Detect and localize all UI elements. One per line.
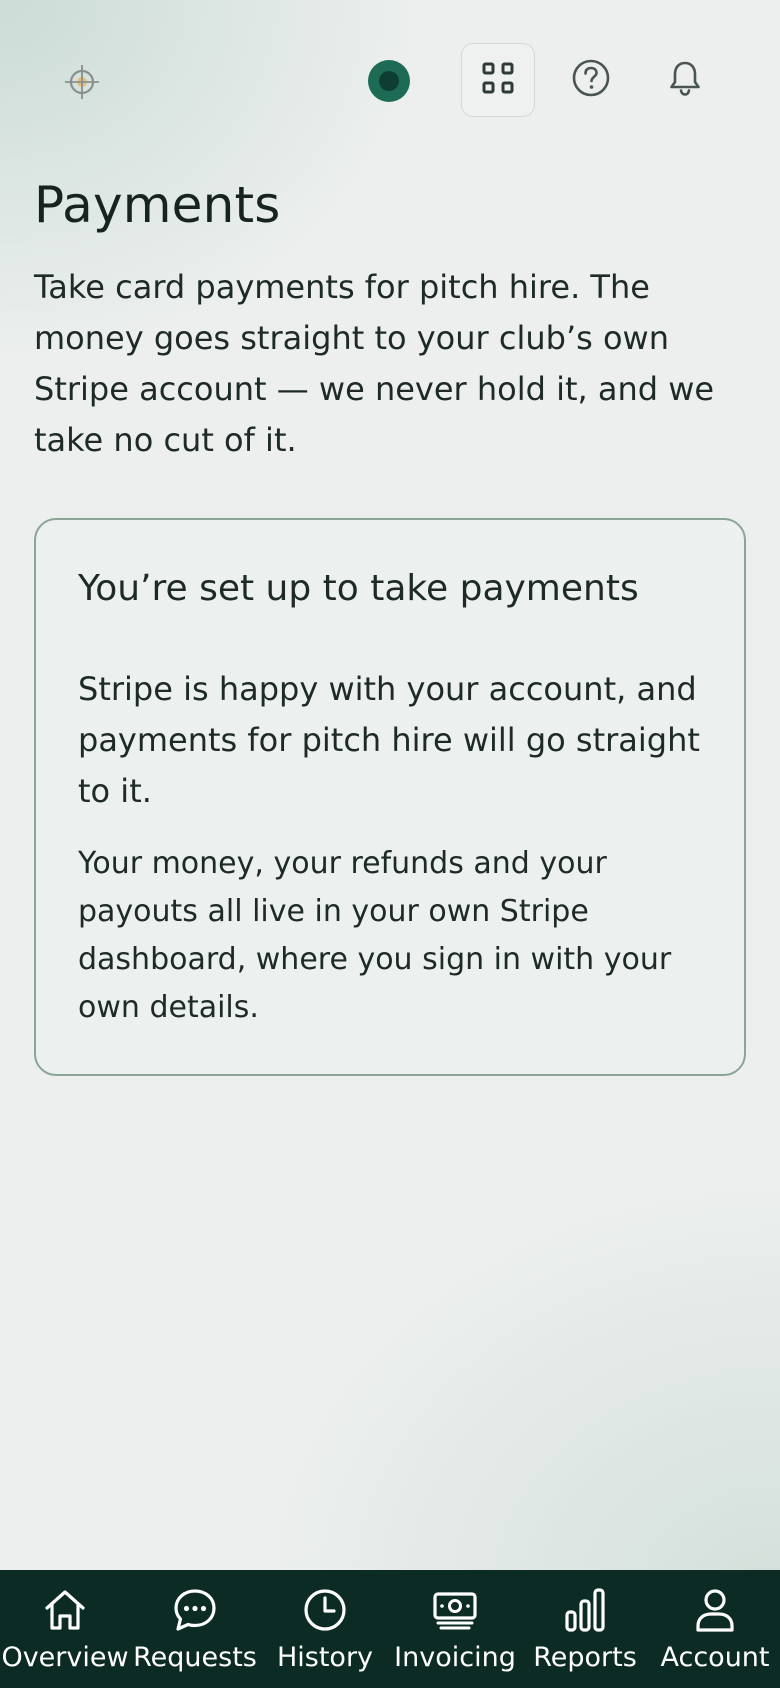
status-indicator[interactable] (368, 60, 410, 102)
user-icon (691, 1586, 739, 1634)
nav-item-requests[interactable]: Requests (130, 1570, 260, 1688)
status-indicator-core (379, 71, 399, 91)
bottom-nav: Overview Requests History Invoicing Repo… (0, 1570, 780, 1688)
grid-icon (481, 61, 515, 99)
card-title: You’re set up to take payments (78, 568, 639, 609)
clock-icon (301, 1586, 349, 1634)
page-title: Payments (34, 176, 281, 234)
card-paragraph-1: Stripe is happy with your account, and p… (78, 670, 700, 810)
nav-item-invoicing[interactable]: Invoicing (390, 1570, 520, 1688)
nav-label-invoicing: Invoicing (394, 1642, 516, 1673)
nav-item-account[interactable]: Account (650, 1570, 780, 1688)
help-icon (571, 58, 611, 102)
top-bar (0, 0, 780, 160)
card-paragraph-2: Your money, your refunds and your payout… (78, 846, 672, 1025)
nav-label-account: Account (660, 1642, 770, 1673)
nav-label-overview: Overview (1, 1642, 129, 1673)
bell-icon (667, 58, 703, 102)
nav-item-overview[interactable]: Overview (0, 1570, 130, 1688)
nav-item-reports[interactable]: Reports (520, 1570, 650, 1688)
intro-text: Take card payments for pitch hire. The m… (34, 268, 715, 459)
home-icon (41, 1586, 89, 1634)
notifications-button[interactable] (663, 58, 707, 102)
nav-label-history: History (276, 1642, 374, 1673)
target-crosshair-icon[interactable] (62, 62, 102, 102)
nav-item-history[interactable]: History (260, 1570, 390, 1688)
nav-label-requests: Requests (133, 1642, 257, 1673)
chat-icon (171, 1586, 219, 1634)
payment-status-card: You’re set up to take payments Stripe is… (34, 518, 746, 1076)
help-button[interactable] (569, 58, 613, 102)
bar-chart-icon (561, 1586, 609, 1634)
apps-menu-button[interactable] (461, 43, 535, 117)
banknote-icon (431, 1586, 479, 1634)
nav-label-reports: Reports (533, 1642, 637, 1673)
